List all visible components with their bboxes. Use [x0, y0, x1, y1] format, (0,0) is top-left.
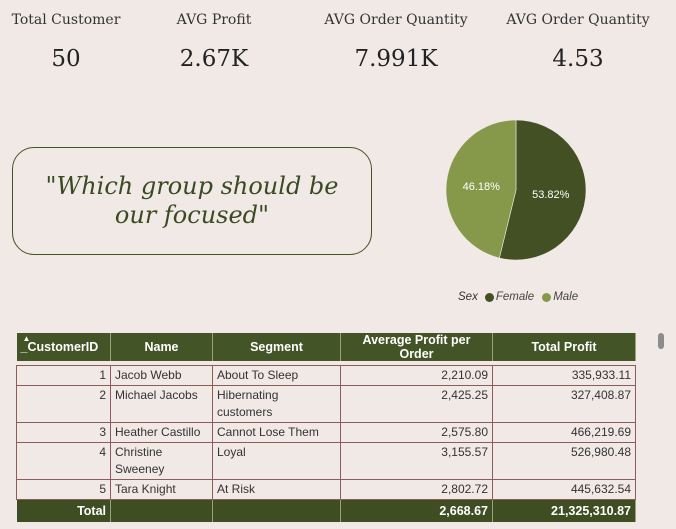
cell-segment: Hibernating customers: [212, 385, 341, 423]
pie-legend: Sex Female Male: [458, 291, 582, 303]
column-header-average-profit[interactable]: Average Profit per Order: [340, 333, 493, 361]
cell-total-profit: 327,408.87: [492, 385, 636, 423]
legend-swatch-male: [542, 292, 552, 302]
kpi-total-customer: Total Customer 50: [10, 12, 122, 72]
cell-name: Michael Jacobs: [110, 385, 213, 423]
cell-name: Christine Sweeney: [110, 442, 213, 480]
cell-customerid: 1: [16, 365, 111, 386]
cell-avg-profit: 2,210.09: [340, 365, 493, 386]
pie-data-label-male: 46.18%: [463, 181, 501, 193]
legend-swatch-female: [484, 292, 494, 302]
table-scrollbar[interactable]: [658, 333, 664, 495]
cell-name: Tara Knight: [110, 479, 213, 500]
cell-customerid: 5: [16, 479, 111, 500]
table-header-row: _CustomerID ▲ Name Segment Average Profi…: [16, 333, 636, 361]
quote-box: "Which group should be our focused": [12, 147, 372, 255]
cell-customerid: 2: [16, 385, 111, 423]
table-total-row: Total 2,668.67 21,325,310.87: [16, 499, 636, 522]
cell-segment: Loyal: [212, 442, 341, 480]
table-row[interactable]: 4 Christine Sweeney Loyal 3,155.57 526,9…: [16, 442, 636, 480]
cell-customerid: 4: [16, 442, 111, 480]
total-total-profit: 21,325,310.87: [492, 499, 636, 522]
total-avg-profit: 2,668.67: [340, 499, 493, 522]
total-empty-segment: [212, 499, 341, 522]
legend-label: Male: [553, 291, 579, 303]
legend-title: Sex: [458, 291, 478, 303]
table-row[interactable]: 3 Heather Castillo Cannot Lose Them 2,57…: [16, 422, 636, 443]
column-header-label: _CustomerID: [20, 340, 99, 354]
kpi-avg-order-quantity-2: AVG Order Quantity 4.53: [504, 12, 652, 72]
sort-ascending-icon: ▲: [22, 334, 31, 343]
total-label: Total: [16, 499, 111, 522]
kpi-value: 50: [51, 46, 81, 72]
cell-total-profit: 335,933.11: [492, 365, 636, 386]
column-header-name[interactable]: Name: [110, 333, 213, 361]
kpi-avg-order-quantity: AVG Order Quantity 7.991K: [322, 12, 470, 72]
scrollbar-thumb[interactable]: [658, 333, 664, 349]
kpi-value: 4.53: [552, 46, 604, 72]
cell-avg-profit: 3,155.57: [340, 442, 493, 480]
legend-item-female[interactable]: Female: [484, 291, 535, 303]
quote-text: "Which group should be our focused": [45, 172, 339, 229]
cell-avg-profit: 2,575.80: [340, 422, 493, 443]
table-row[interactable]: 2 Michael Jacobs Hibernating customers 2…: [16, 385, 636, 423]
cell-total-profit: 445,632.54: [492, 479, 636, 500]
cell-customerid: 3: [16, 422, 111, 443]
kpi-value: 7.991K: [354, 46, 438, 72]
pie-chart[interactable]: 53.82% 46.18%: [445, 119, 590, 270]
table-row[interactable]: 5 Tara Knight At Risk 2,802.72 445,632.5…: [16, 479, 636, 500]
cell-segment: Cannot Lose Them: [212, 422, 341, 443]
kpi-value: 2.67K: [179, 46, 249, 72]
kpi-label: AVG Order Quantity: [506, 12, 650, 28]
cell-name: Heather Castillo: [110, 422, 213, 443]
cell-segment: About To Sleep: [212, 365, 341, 386]
cell-total-profit: 466,219.69: [492, 422, 636, 443]
kpi-label: AVG Order Quantity: [324, 12, 468, 28]
kpi-label: Total Customer: [11, 12, 121, 28]
cell-name: Jacob Webb: [110, 365, 213, 386]
customer-table: _CustomerID ▲ Name Segment Average Profi…: [16, 333, 636, 522]
column-header-customerid[interactable]: _CustomerID ▲: [16, 333, 111, 361]
legend-item-male[interactable]: Male: [542, 291, 578, 303]
legend-label: Female: [495, 291, 535, 303]
column-header-segment[interactable]: Segment: [212, 333, 341, 361]
kpi-avg-profit: AVG Profit 2.67K: [164, 12, 264, 72]
cell-avg-profit: 2,802.72: [340, 479, 493, 500]
column-header-total-profit[interactable]: Total Profit: [492, 333, 636, 361]
cell-avg-profit: 2,425.25: [340, 385, 493, 423]
cell-segment: At Risk: [212, 479, 341, 500]
table-row[interactable]: 1 Jacob Webb About To Sleep 2,210.09 335…: [16, 365, 636, 386]
pie-svg: 53.82% 46.18%: [445, 119, 587, 261]
total-empty-name: [110, 499, 213, 522]
cell-total-profit: 526,980.48: [492, 442, 636, 480]
pie-data-label-female: 53.82%: [532, 189, 570, 201]
kpi-label: AVG Profit: [176, 12, 252, 28]
